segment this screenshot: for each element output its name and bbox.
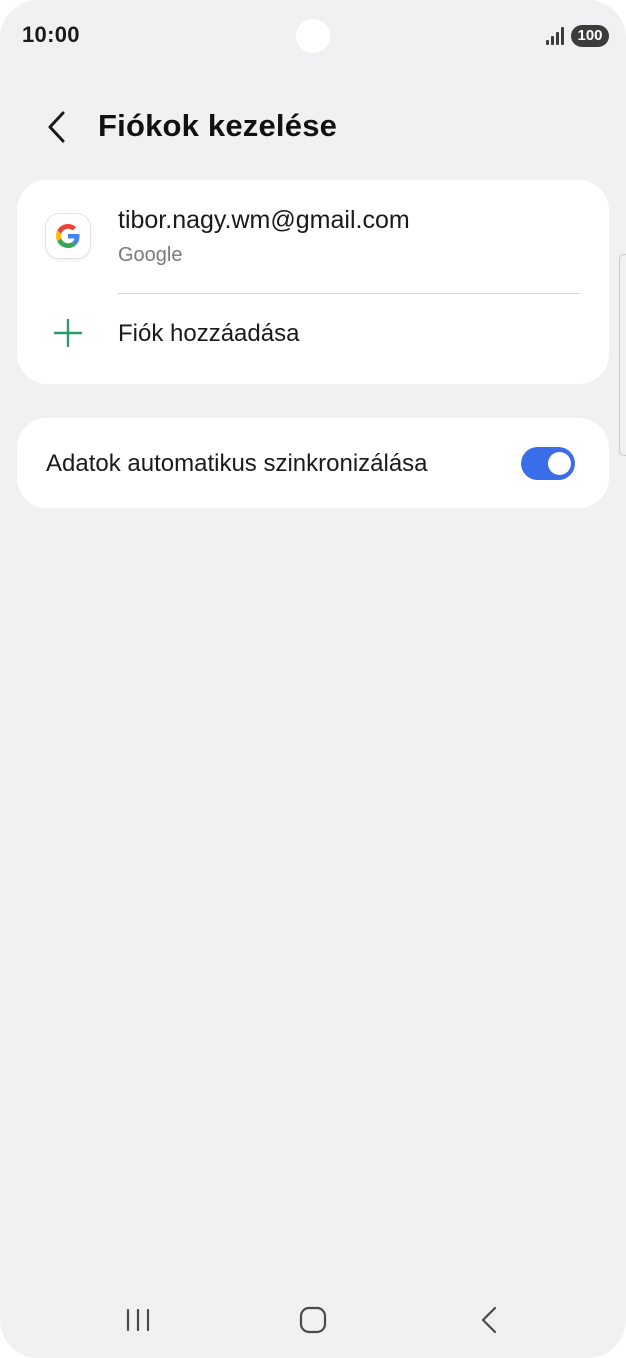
page-title: Fiókok kezelése: [98, 108, 338, 143]
account-type: Google: [118, 244, 183, 266]
account-email: tibor.nagy.wm@gmail.com: [118, 206, 410, 234]
back-icon[interactable]: [472, 1303, 506, 1337]
camera-cutout: [296, 19, 330, 53]
status-time: 10:00: [22, 22, 80, 47]
google-icon: [46, 214, 90, 258]
accounts-card: tibor.nagy.wm@gmail.com Google Fiók hozz…: [17, 180, 609, 384]
home-icon[interactable]: [296, 1303, 330, 1337]
battery-icon: 100: [571, 25, 609, 47]
divider: [118, 293, 580, 294]
phone-screen: 10:00 100 Fiókok kezelése tibor.nagy.wm@…: [0, 0, 626, 1358]
sync-toggle[interactable]: [521, 447, 575, 480]
add-account-button[interactable]: Fiók hozzáadása: [17, 296, 609, 382]
status-bar: 10:00 100: [0, 0, 626, 72]
back-chevron-icon[interactable]: [36, 104, 80, 150]
scroll-indicator[interactable]: [619, 254, 626, 456]
signal-icon: [546, 27, 564, 45]
add-account-label: Fiók hozzáadása: [118, 320, 300, 347]
recents-icon[interactable]: [122, 1303, 156, 1337]
toggle-knob: [548, 452, 571, 475]
sync-card[interactable]: Adatok automatikus szinkronizálása: [17, 418, 609, 508]
account-row-google[interactable]: tibor.nagy.wm@gmail.com Google: [17, 180, 609, 292]
plus-icon: [53, 318, 83, 348]
sync-label: Adatok automatikus szinkronizálása: [46, 450, 428, 477]
